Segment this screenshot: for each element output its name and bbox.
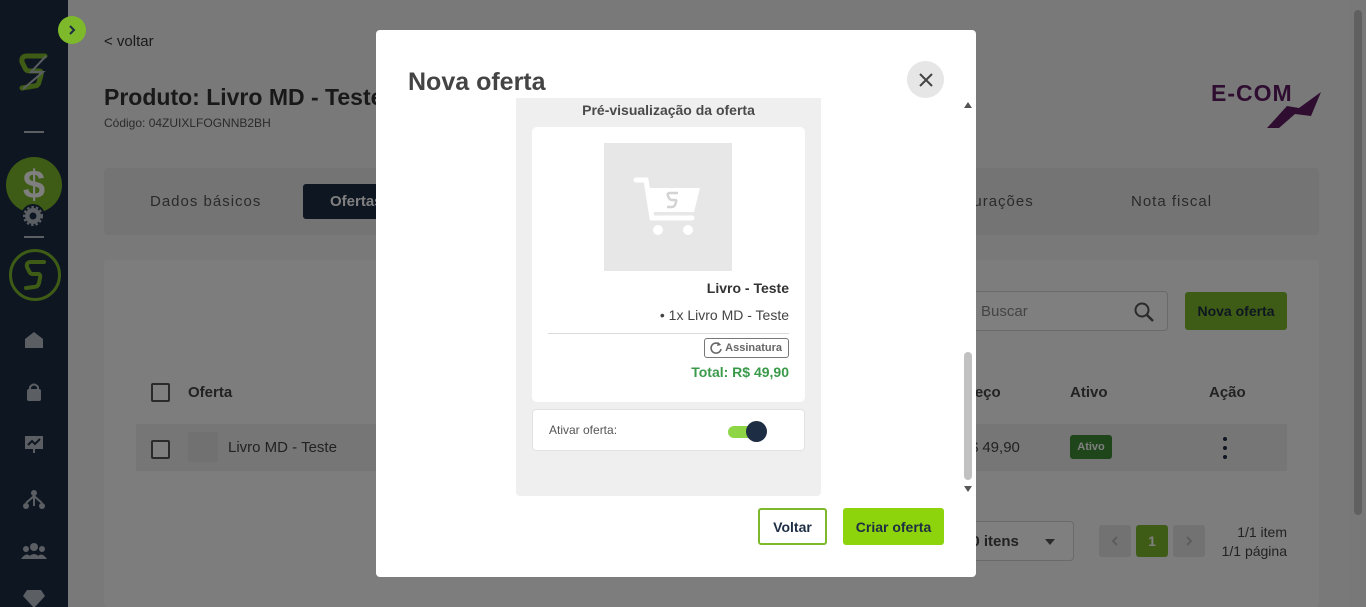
create-offer-button[interactable]: Criar oferta: [843, 508, 944, 545]
offer-preview-panel: Pré-visualização da oferta Livro - Teste…: [516, 98, 821, 496]
preview-title: Pré-visualização da oferta: [582, 102, 755, 118]
modal-scrollbar[interactable]: [963, 102, 973, 494]
offer-preview-total: Total: R$ 49,90: [691, 364, 789, 380]
scroll-up-icon[interactable]: [964, 102, 972, 108]
cart-placeholder-icon: [604, 143, 732, 271]
modal-body: Pré-visualização da oferta Livro - Teste…: [376, 98, 976, 498]
close-icon[interactable]: [907, 61, 944, 98]
subscription-badge-label: Assinatura: [725, 342, 782, 354]
offer-preview-name: Livro - Teste: [706, 280, 789, 296]
scroll-thumb[interactable]: [964, 352, 972, 480]
modal-title: Nova oferta: [408, 68, 546, 96]
offer-preview-card: Livro - Teste • 1x Livro MD - Teste Assi…: [532, 127, 805, 402]
activate-offer-row: Ativar oferta:: [532, 409, 805, 451]
new-offer-modal: Nova oferta Pré-visualização da oferta L…: [376, 30, 976, 577]
offer-preview-item: • 1x Livro MD - Teste: [659, 307, 789, 323]
subscription-badge: Assinatura: [704, 338, 789, 358]
activate-offer-toggle[interactable]: [728, 420, 768, 442]
back-button[interactable]: Voltar: [758, 508, 827, 545]
scroll-down-icon[interactable]: [964, 486, 972, 492]
sidebar-toggle-button[interactable]: [58, 16, 86, 44]
refresh-icon: [710, 342, 722, 354]
activate-offer-label: Ativar oferta:: [549, 423, 618, 437]
divider: [548, 333, 789, 334]
